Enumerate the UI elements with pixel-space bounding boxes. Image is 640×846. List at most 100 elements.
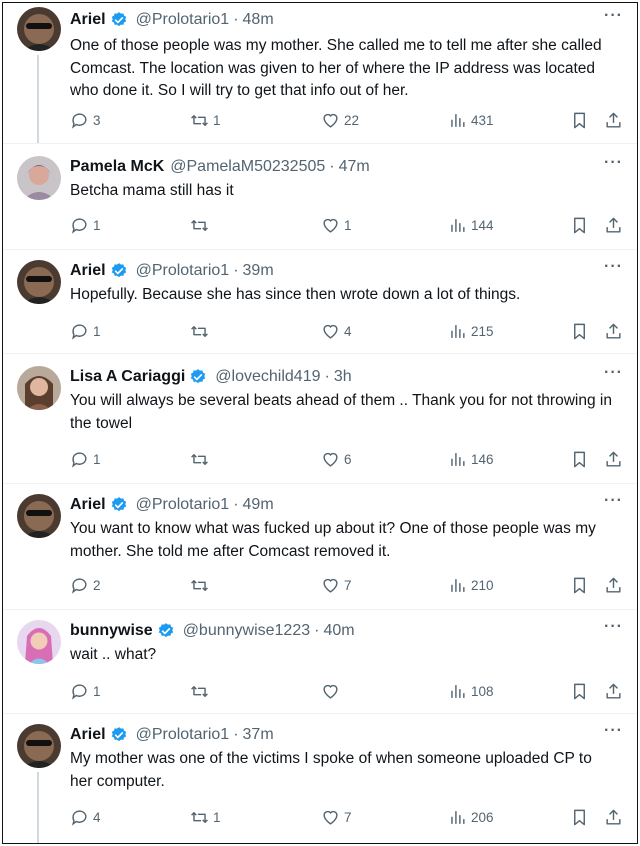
bookmark-button[interactable]	[570, 682, 589, 701]
display-name[interactable]: Lisa A Cariaggi	[70, 368, 185, 386]
avatar[interactable]	[17, 494, 61, 538]
tweet[interactable]: Ariel @Prolotario1 · 39m ··· Hopefully. …	[3, 249, 637, 353]
display-name[interactable]: bunnywise	[70, 622, 153, 640]
reply-button[interactable]: 1	[70, 682, 101, 701]
like-icon	[323, 452, 338, 467]
reply-button[interactable]: 4	[70, 808, 101, 827]
tweet-text: Betcha mama still has it	[70, 182, 234, 199]
share-button[interactable]	[604, 576, 623, 595]
retweet-button[interactable]	[190, 450, 213, 469]
like-button[interactable]: 4	[321, 322, 352, 341]
reply-button[interactable]: 2	[70, 576, 101, 595]
views-button[interactable]: 215	[448, 322, 494, 341]
action-bar: 1 1 144	[70, 214, 623, 236]
more-icon[interactable]: ···	[604, 7, 623, 25]
share-button[interactable]	[604, 682, 623, 701]
retweet-button[interactable]	[190, 216, 213, 235]
reply-button[interactable]: 1	[70, 322, 101, 341]
more-icon[interactable]: ···	[604, 722, 623, 740]
dot-separator: ·	[233, 496, 239, 513]
retweet-button[interactable]: 1	[190, 111, 221, 130]
bookmark-button[interactable]	[570, 216, 589, 235]
verified-badge-icon	[110, 496, 128, 514]
reply-count: 4	[93, 809, 101, 825]
views-button[interactable]: 146	[448, 450, 494, 469]
share-button[interactable]	[604, 450, 623, 469]
bookmark-button[interactable]	[570, 450, 589, 469]
handle[interactable]: @Prolotario1	[136, 496, 230, 514]
handle[interactable]: @Prolotario1	[136, 262, 230, 280]
tweet-text: My mother was one of the victims I spoke…	[70, 750, 592, 790]
reply-button[interactable]: 1	[70, 450, 101, 469]
views-button[interactable]: 206	[448, 808, 494, 827]
share-button[interactable]	[604, 111, 623, 130]
reply-icon	[71, 451, 87, 468]
display-name[interactable]: Ariel	[70, 11, 106, 29]
like-button[interactable]: 7	[321, 576, 352, 595]
handle[interactable]: @Prolotario1	[136, 11, 230, 29]
verified-badge-icon	[110, 726, 128, 744]
views-button[interactable]: 431	[448, 111, 494, 130]
avatar[interactable]	[17, 366, 61, 410]
reply-button[interactable]: 3	[70, 111, 101, 130]
like-button[interactable]: 1	[321, 216, 352, 235]
share-button[interactable]	[604, 322, 623, 341]
bookmark-button[interactable]	[570, 111, 589, 130]
reply-count: 1	[93, 683, 101, 699]
retweet-button[interactable]: 1	[190, 808, 221, 827]
bookmark-icon	[574, 217, 585, 233]
handle[interactable]: @lovechild419	[215, 368, 320, 386]
share-icon	[606, 577, 621, 593]
tweet[interactable]: Ariel @Prolotario1 · 49m ··· You want to…	[3, 483, 637, 609]
more-icon[interactable]: ···	[604, 364, 623, 382]
views-button[interactable]: 144	[448, 216, 494, 235]
timestamp[interactable]: 37m	[243, 726, 274, 744]
views-button[interactable]: 108	[448, 682, 494, 701]
display-name[interactable]: Ariel	[70, 726, 106, 744]
timestamp[interactable]: 49m	[243, 496, 274, 514]
display-name[interactable]: Ariel	[70, 496, 106, 514]
timeline: Ariel @Prolotario1 · 48m ··· One of thos…	[2, 2, 638, 844]
like-button[interactable]: 22	[321, 111, 359, 130]
reply-button[interactable]: 1	[70, 216, 101, 235]
timestamp[interactable]: 40m	[323, 622, 354, 640]
bookmark-button[interactable]	[570, 808, 589, 827]
tweet-header: Ariel @Prolotario1 · 39m	[70, 260, 621, 282]
retweet-button[interactable]	[190, 576, 213, 595]
more-icon[interactable]: ···	[604, 492, 623, 510]
display-name[interactable]: Ariel	[70, 262, 106, 280]
more-icon[interactable]: ···	[604, 154, 623, 172]
verified-badge-icon	[189, 368, 207, 386]
tweet[interactable]: Ariel @Prolotario1 · 48m ··· One of thos…	[3, 7, 637, 143]
bookmark-button[interactable]	[570, 576, 589, 595]
avatar[interactable]	[17, 7, 61, 51]
display-name[interactable]: Pamela McK	[70, 158, 164, 176]
timestamp[interactable]: 3h	[334, 368, 352, 386]
avatar[interactable]	[17, 620, 61, 664]
timestamp[interactable]: 47m	[339, 158, 370, 176]
avatar[interactable]	[17, 156, 61, 200]
retweet-button[interactable]	[190, 322, 213, 341]
more-icon[interactable]: ···	[604, 258, 623, 276]
views-button[interactable]: 210	[448, 576, 494, 595]
more-icon[interactable]: ···	[604, 618, 623, 636]
handle[interactable]: @Prolotario1	[136, 726, 230, 744]
like-icon	[323, 684, 338, 699]
avatar[interactable]	[17, 724, 61, 768]
avatar[interactable]	[17, 260, 61, 304]
timestamp[interactable]: 39m	[243, 262, 274, 280]
tweet[interactable]: bunnywise @bunnywise1223 · 40m ··· wait …	[3, 609, 637, 713]
tweet[interactable]: Ariel @Prolotario1 · 37m ··· My mother w…	[3, 713, 637, 843]
share-button[interactable]	[604, 216, 623, 235]
share-button[interactable]	[604, 808, 623, 827]
like-button[interactable]	[321, 682, 344, 701]
bookmark-button[interactable]	[570, 322, 589, 341]
tweet[interactable]: Pamela McK @PamelaM50232505 · 47m ··· Be…	[3, 143, 637, 249]
handle[interactable]: @bunnywise1223	[183, 622, 310, 640]
tweet[interactable]: Lisa A Cariaggi @lovechild419 · 3h ··· Y…	[3, 353, 637, 483]
like-button[interactable]: 6	[321, 450, 352, 469]
like-button[interactable]: 7	[321, 808, 352, 827]
retweet-button[interactable]	[190, 682, 213, 701]
timestamp[interactable]: 48m	[243, 11, 274, 29]
handle[interactable]: @PamelaM50232505	[170, 158, 325, 176]
